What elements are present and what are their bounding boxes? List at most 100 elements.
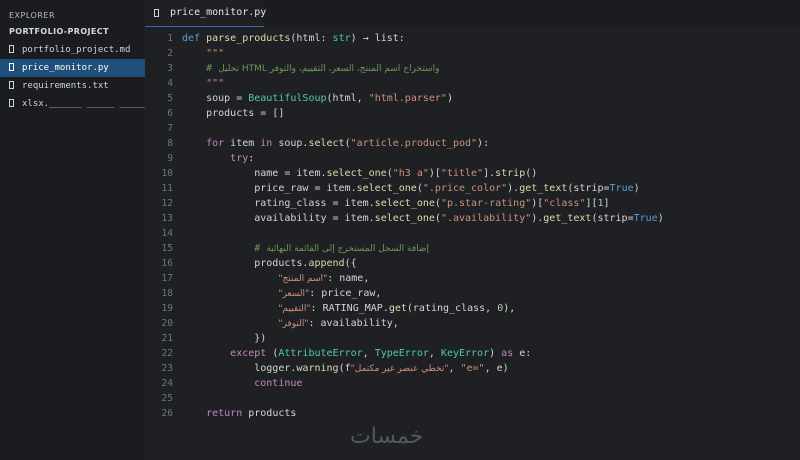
code-text: products. [254, 258, 309, 269]
explorer-title: EXPLORER [9, 11, 55, 20]
code-text: )[ [531, 198, 544, 209]
code-text: , [428, 348, 441, 359]
comment-text: إضافة السجل المستخرج إلى القائمة النهائي… [266, 244, 430, 254]
string: ".availability" [440, 213, 532, 224]
code-text: ( [266, 348, 279, 359]
code-line: rating_class = item.select_one("p.star-r… [182, 196, 792, 211]
code-line: availability = item.select_one(".availab… [182, 211, 792, 226]
line-number: 21 [161, 333, 173, 344]
code-text: (html: [290, 33, 333, 44]
tab-price-monitor-py[interactable]: price_monitor.py [145, 0, 266, 27]
code-text: ) [633, 183, 640, 194]
code-text: }) [254, 333, 267, 344]
string: "article.product_pod" [350, 138, 478, 149]
line-number: 4 [167, 78, 173, 89]
code-line: }) [182, 331, 792, 346]
code-text: soup. [272, 138, 309, 149]
function-call: select [308, 138, 345, 149]
string: ".price_color" [422, 183, 508, 194]
function-call: select_one [374, 198, 435, 209]
project-folder-title[interactable]: PORTFOLIO-PROJECT [9, 27, 109, 36]
line-number: 24 [161, 378, 173, 389]
line-number: 1 [167, 33, 173, 44]
code-text: : RATING_MAP. [310, 303, 389, 314]
keyword: try [230, 153, 249, 164]
line-number: 7 [167, 123, 173, 134]
string: "تخطي عنصر غير مكتمل" [350, 364, 449, 374]
docstring: """ [206, 48, 225, 59]
string: "html.parser" [368, 93, 447, 104]
function-name: parse_products [206, 33, 291, 44]
watermark-logo: خمسات [350, 424, 424, 449]
code-line: """ [182, 46, 792, 61]
code-text: ). [507, 183, 520, 194]
keyword: def [182, 33, 201, 44]
comment-text: تحليل HTML واستخراج اسم المنتج، السعر، ا… [218, 64, 440, 74]
code-text: name = item. [254, 168, 327, 179]
constant: True [609, 183, 634, 194]
function-call: strip [495, 168, 526, 179]
file-item-price-monitor-py[interactable]: price_monitor.py [0, 59, 145, 77]
line-number: 25 [161, 393, 173, 404]
docstring: """ [206, 78, 225, 89]
code-line: "اسم المنتج": name, [182, 271, 792, 286]
line-number: 8 [167, 138, 173, 149]
code-text: : availability, [308, 318, 399, 329]
file-item-requirements-txt[interactable]: requirements.txt [0, 77, 145, 95]
code-text: , e) [484, 363, 509, 374]
code-line: products.append({ [182, 256, 792, 271]
code-text: (strip= [591, 213, 634, 224]
function-call: get_text [543, 213, 592, 224]
code-line: logger.warning(f"تخطي عنصر غير مكتمل", "… [182, 361, 792, 376]
code-line: "التوفر": availability, [182, 316, 792, 331]
line-number: 20 [161, 318, 173, 329]
editor-tab-bar: price_monitor.py [145, 0, 800, 27]
code-line: """ [182, 76, 792, 91]
file-label: requirements.txt [22, 81, 109, 91]
code-text: (html, [326, 93, 369, 104]
code-text: : name, [327, 273, 370, 284]
code-text: ) → list: [350, 33, 405, 44]
type-name: KeyError [440, 348, 490, 359]
function-call: get_text [519, 183, 568, 194]
file-item-portfolio-project-md[interactable]: portfolio_project.md [0, 41, 145, 59]
code-line: products = [] [182, 106, 792, 121]
comment-hash: # [254, 243, 261, 254]
line-number: 13 [161, 213, 173, 224]
file-icon [154, 9, 159, 17]
code-text: products = [] [206, 108, 285, 119]
line-number: 15 [161, 243, 173, 254]
code-text: (strip= [567, 183, 610, 194]
file-label: xlsx.______ _____ _____ [22, 99, 145, 109]
line-number: 18 [161, 288, 173, 299]
keyword: continue [254, 378, 303, 389]
code-text: ] [603, 198, 610, 209]
code-line: "التقييم": RATING_MAP.get(rating_class, … [182, 301, 792, 316]
line-number: 19 [161, 303, 173, 314]
type-name: str [332, 33, 351, 44]
function-call: select_one [356, 183, 417, 194]
code-text: ) [446, 93, 453, 104]
line-number: 22 [161, 348, 173, 359]
line-number: 6 [167, 108, 173, 119]
line-number: 11 [161, 183, 173, 194]
code-text: rating_class = item. [254, 198, 375, 209]
explorer-sidebar: EXPLORER PORTFOLIO-PROJECT portfolio_pro… [0, 0, 145, 460]
code-content: def parse_products(html: str) → list: ""… [182, 31, 792, 421]
code-editor[interactable]: 1 2 3 4 5 6 7 8 9 10 11 12 13 14 15 16 1… [145, 27, 800, 460]
type-name: AttributeError [278, 348, 363, 359]
string: "title" [440, 168, 484, 179]
file-item-xlsx[interactable]: xlsx.______ _____ _____ [0, 95, 145, 113]
code-line: def parse_products(html: str) → list: [182, 31, 792, 46]
code-text: logger. [254, 363, 297, 374]
code-text: ), [503, 303, 516, 314]
file-label: portfolio_project.md [22, 45, 131, 55]
line-number: 14 [161, 228, 173, 239]
code-line: return products [182, 406, 792, 421]
code-text: , [362, 348, 375, 359]
string: "اسم المنتج" [278, 274, 328, 284]
keyword: return [206, 408, 243, 419]
file-label: price_monitor.py [22, 63, 109, 73]
